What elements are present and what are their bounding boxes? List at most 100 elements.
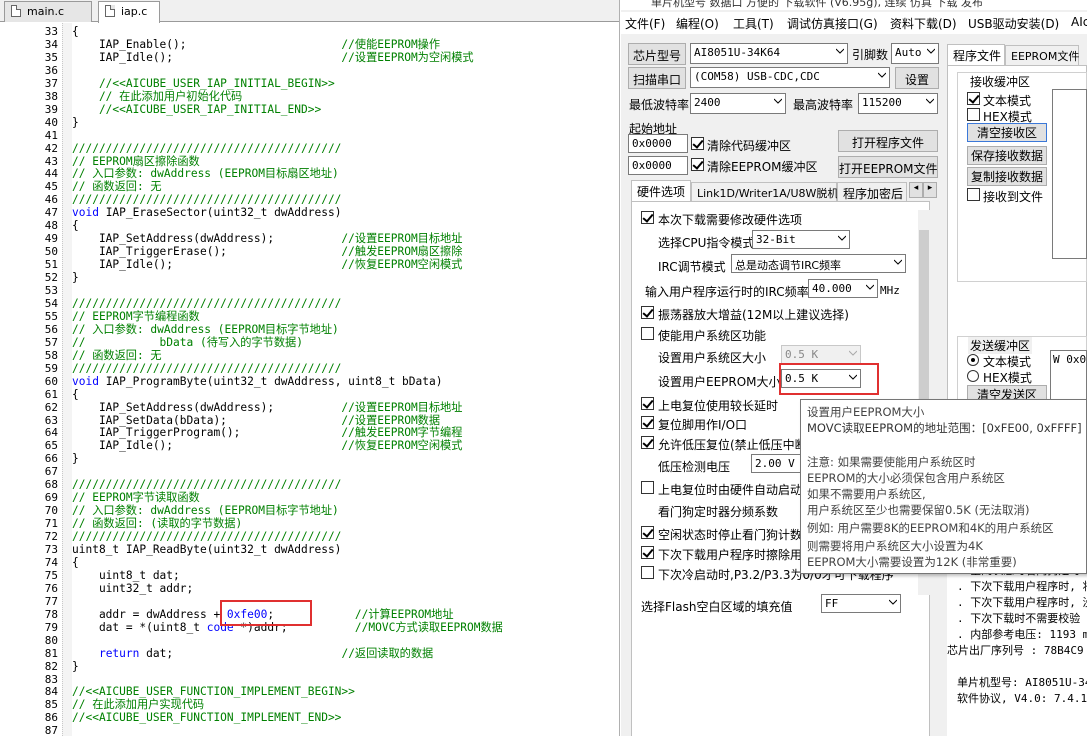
max-baud-label: 最高波特率 — [793, 98, 854, 112]
code-comment: //////////////////////////////////////// — [72, 141, 342, 155]
send-textarea[interactable]: W 0x0 — [1050, 350, 1087, 400]
open-program-file-button[interactable]: 打开程序文件 — [838, 130, 938, 152]
code-area[interactable]: { IAP_Enable(); //使能EEPROM操作 IAP_Idle();… — [72, 23, 619, 736]
tab-iap-c[interactable]: iap.c — [98, 1, 160, 23]
erase-next-download-checkbox[interactable] — [641, 546, 654, 559]
cpu-mode-select[interactable]: 32-Bit — [752, 230, 850, 249]
menu-ai[interactable]: AIc — [1071, 15, 1087, 29]
code-start-address-input[interactable]: 0x0000 — [628, 134, 688, 153]
modify-options-checkbox[interactable] — [641, 211, 654, 224]
code-line: // 在此添加用户初始化代码 — [72, 90, 242, 103]
copy-receive-button[interactable]: 复制接收数据 — [967, 167, 1047, 186]
line-number: 75 — [44, 568, 58, 582]
tab-scroll-right[interactable]: ▸ — [923, 182, 937, 198]
send-hex-mode-radio[interactable] — [967, 370, 979, 382]
log-line: . 内部参考电压: 1193 m — [957, 628, 1087, 641]
code-line: IAP_Idle(); //恢复EEPROM空闲模式 — [72, 439, 463, 452]
receive-to-file-checkbox[interactable] — [967, 188, 980, 201]
line-number: 37 — [44, 76, 58, 90]
eeprom-start-address-input[interactable]: 0x0000 — [628, 156, 688, 175]
idle-wdt-stop-label: 空闲状态时停止看门狗计数 — [658, 528, 803, 542]
scan-port-button[interactable]: 扫描串口 — [628, 67, 686, 89]
low-voltage-detect-select[interactable]: 2.00 V — [751, 454, 801, 473]
tab-scroll-left[interactable]: ◂ — [909, 182, 923, 198]
system-area-size-select[interactable]: 0.5 K — [781, 345, 861, 364]
settings-button[interactable]: 设置 — [895, 67, 939, 89]
low-voltage-reset-checkbox[interactable] — [641, 436, 654, 449]
open-eeprom-file-button[interactable]: 打开EEPROM文件 — [838, 156, 938, 178]
idle-wdt-stop-checkbox[interactable] — [641, 526, 654, 539]
code-comment: // bData (待写入的字节数据) — [72, 335, 303, 349]
code-token: { — [72, 387, 79, 401]
tab-label: main.c — [27, 5, 65, 18]
receive-textarea[interactable] — [1052, 89, 1087, 259]
clear-code-checkbox[interactable] — [691, 137, 704, 150]
chip-model-select[interactable]: AI8051U-34K64 — [690, 43, 848, 64]
wdt-auto-start-checkbox[interactable] — [641, 481, 654, 494]
save-receive-button[interactable]: 保存接收数据 — [967, 146, 1047, 165]
code-comment: //MOVC方式读取EEPROM数据 — [354, 620, 503, 634]
reset-pin-io-label: 复位脚用作I/O口 — [658, 418, 748, 432]
long-delay-checkbox[interactable] — [641, 397, 654, 410]
receive-hex-mode-checkbox[interactable] — [967, 108, 980, 121]
code-token: IAP_TriggerErase(); — [72, 245, 342, 259]
flash-fill-select[interactable]: FF — [821, 594, 901, 613]
code-line: // EEPROM字节编程函数 — [72, 310, 200, 323]
reset-pin-io-checkbox[interactable] — [641, 416, 654, 429]
tab-main-c[interactable]: main.c — [4, 1, 92, 22]
tab-program-file[interactable]: 程序文件 — [947, 44, 1005, 66]
osc-gain-checkbox[interactable] — [641, 306, 654, 319]
irc-mode-select[interactable]: 总是动态调节IRC频率 — [731, 254, 906, 273]
line-number: 60 — [44, 374, 58, 388]
modify-options-label: 本次下载需要修改硬件选项 — [658, 213, 803, 227]
clear-eeprom-label: 清除EEPROM缓冲区 — [707, 160, 818, 174]
frequency-unit: MHz — [880, 284, 900, 297]
min-baud-select[interactable]: 2400 — [690, 93, 786, 114]
tab-link1d[interactable]: Link1D/Writer1A/U8W脱机 — [691, 182, 838, 202]
code-line: //////////////////////////////////////// — [72, 530, 341, 543]
user-system-area-checkbox[interactable] — [641, 327, 654, 340]
code-editor[interactable]: main.c iap.c 33 34 35 36 37 38 39 40 41 42 43 44 45 4… — [0, 0, 620, 736]
line-number: 81 — [44, 646, 58, 660]
code-comment: //<<AICUBE_USER_IAP_INITIAL_END>> — [72, 102, 322, 116]
code-comment: // 在此添加用户实现代码 — [72, 698, 205, 712]
menu-download[interactable]: 资料下载(D) — [890, 15, 957, 32]
send-text-mode-radio[interactable] — [967, 354, 979, 366]
line-number: 59 — [44, 361, 58, 375]
receive-buffer-title: 接收缓冲区 — [968, 73, 1033, 90]
menu-tools[interactable]: 工具(T) — [733, 15, 774, 32]
pin-count-select[interactable]: Auto — [891, 43, 939, 64]
user-system-area-label: 使能用户系统区功能 — [658, 329, 767, 343]
code-token: IAP_SetAddress(dwAddress); — [72, 400, 342, 414]
menu-debug[interactable]: 调试仿真接口(G) — [787, 15, 878, 32]
code-token: IAP_EraseSector(uint32_t dwAddress) — [98, 206, 342, 220]
receive-text-mode-checkbox[interactable] — [967, 92, 980, 105]
clear-eeprom-checkbox[interactable] — [691, 158, 704, 171]
irc-frequency-input[interactable]: 40.000 — [808, 279, 878, 298]
port-select[interactable]: (COM58) USB-CDC,CDC — [690, 67, 890, 88]
cold-boot-checkbox[interactable] — [641, 566, 654, 579]
clear-receive-button[interactable]: 清空接收区 — [967, 123, 1047, 142]
line-number: 42 — [44, 141, 58, 155]
menu-file[interactable]: 文件(F) — [625, 15, 665, 32]
tab-eeprom-file[interactable]: EEPROM文件 — [1005, 45, 1079, 65]
code-token: IAP_Enable(); — [72, 37, 342, 51]
code-token: } — [72, 115, 79, 129]
code-token: addr = dwAddress + — [72, 607, 227, 621]
menu-program[interactable]: 编程(O) — [676, 15, 719, 32]
pin-count-label: 引脚数 — [852, 48, 889, 62]
menu-usb-driver[interactable]: USB驱动安装(D) — [968, 15, 1059, 32]
tab-encryption[interactable]: 程序加密后 — [837, 182, 907, 202]
fold-margin — [62, 23, 72, 736]
long-delay-label: 上电复位使用较长延时 — [658, 399, 779, 413]
code-token: dat; — [139, 646, 342, 660]
chevron-down-icon — [836, 47, 844, 55]
code-line: //////////////////////////////////////// — [72, 362, 341, 375]
chevron-down-icon — [849, 349, 857, 357]
line-number: 36 — [44, 63, 58, 77]
tab-hardware-options[interactable]: 硬件选项 — [631, 180, 691, 201]
irc-mode-label: IRC调节模式 — [658, 260, 726, 274]
line-number: 66 — [44, 452, 58, 466]
max-baud-select[interactable]: 115200 — [858, 93, 938, 114]
line-number: 76 — [44, 581, 58, 595]
